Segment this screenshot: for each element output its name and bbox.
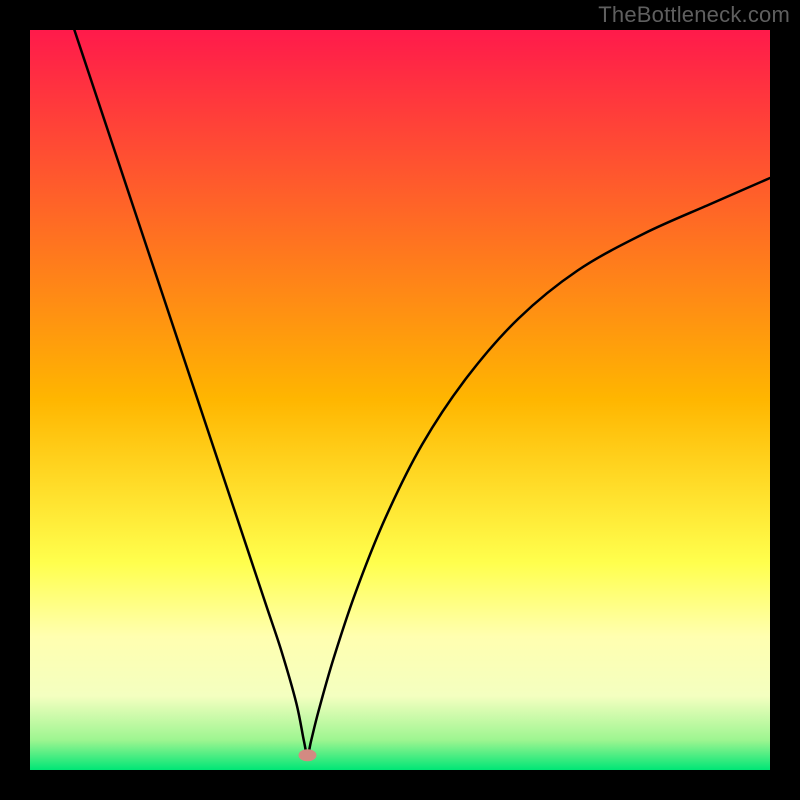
chart-frame: TheBottleneck.com: [0, 0, 800, 800]
watermark-text: TheBottleneck.com: [598, 2, 790, 28]
optimal-point-marker: [299, 749, 317, 761]
bottleneck-chart: [0, 0, 800, 800]
plot-background: [30, 30, 770, 770]
